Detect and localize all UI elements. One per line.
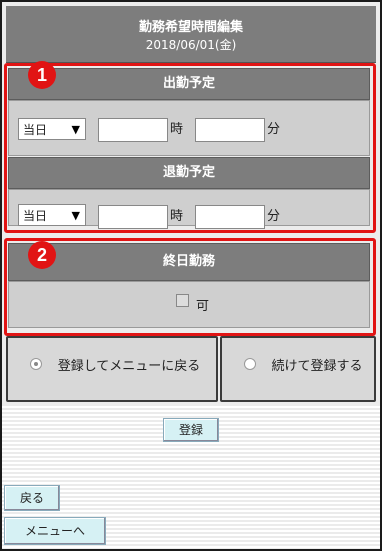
end-minute-unit: 分 bbox=[267, 209, 281, 224]
start-hour-input[interactable] bbox=[98, 118, 168, 142]
allday-heading: 終日勤務 bbox=[8, 243, 370, 281]
register-button[interactable]: 登録 bbox=[163, 418, 219, 442]
page-title: 勤務希望時間編集 bbox=[138, 20, 243, 35]
allday-row bbox=[8, 281, 370, 328]
start-day-value: 当日 bbox=[23, 123, 48, 137]
dropdown-arrow-icon: ▼ bbox=[71, 123, 80, 136]
radio-return-label: 登録してメニューに戻る bbox=[57, 359, 201, 374]
end-hour-unit: 時 bbox=[170, 209, 184, 224]
dropdown-arrow-icon: ▼ bbox=[71, 209, 80, 222]
start-day-select[interactable]: 当日 ▼ bbox=[18, 118, 86, 140]
start-heading: 出勤予定 bbox=[8, 68, 370, 100]
badge-2: 2 bbox=[28, 241, 56, 269]
radio-continue-register[interactable]: 続けて登録する bbox=[220, 336, 376, 402]
menu-button[interactable]: メニューへ bbox=[4, 517, 106, 545]
start-hour-unit: 時 bbox=[170, 122, 184, 137]
page-date: 2018/06/01(金) bbox=[145, 38, 237, 52]
radio-continue-label: 続けて登録する bbox=[271, 359, 363, 374]
start-minute-unit: 分 bbox=[267, 122, 281, 137]
start-minute-input[interactable] bbox=[195, 118, 265, 142]
app-frame: 勤務希望時間編集 2018/06/01(金) 出勤予定 当日 ▼ 時 分 退勤予… bbox=[0, 0, 382, 551]
end-day-value: 当日 bbox=[23, 209, 48, 223]
radio-unselected-icon bbox=[244, 358, 256, 370]
radio-return-to-menu[interactable]: 登録してメニューに戻る bbox=[6, 336, 218, 402]
allday-checkbox[interactable] bbox=[176, 294, 189, 307]
radio-selected-icon bbox=[30, 358, 42, 370]
badge-1: 1 bbox=[28, 61, 56, 89]
back-button[interactable]: 戻る bbox=[4, 485, 60, 511]
end-hour-input[interactable] bbox=[98, 205, 168, 229]
end-day-select[interactable]: 当日 ▼ bbox=[18, 204, 86, 226]
end-heading: 退勤予定 bbox=[8, 157, 370, 189]
allday-checkbox-label: 可 bbox=[196, 299, 210, 314]
end-minute-input[interactable] bbox=[195, 205, 265, 229]
title-bar: 勤務希望時間編集 2018/06/01(金) bbox=[6, 6, 376, 63]
